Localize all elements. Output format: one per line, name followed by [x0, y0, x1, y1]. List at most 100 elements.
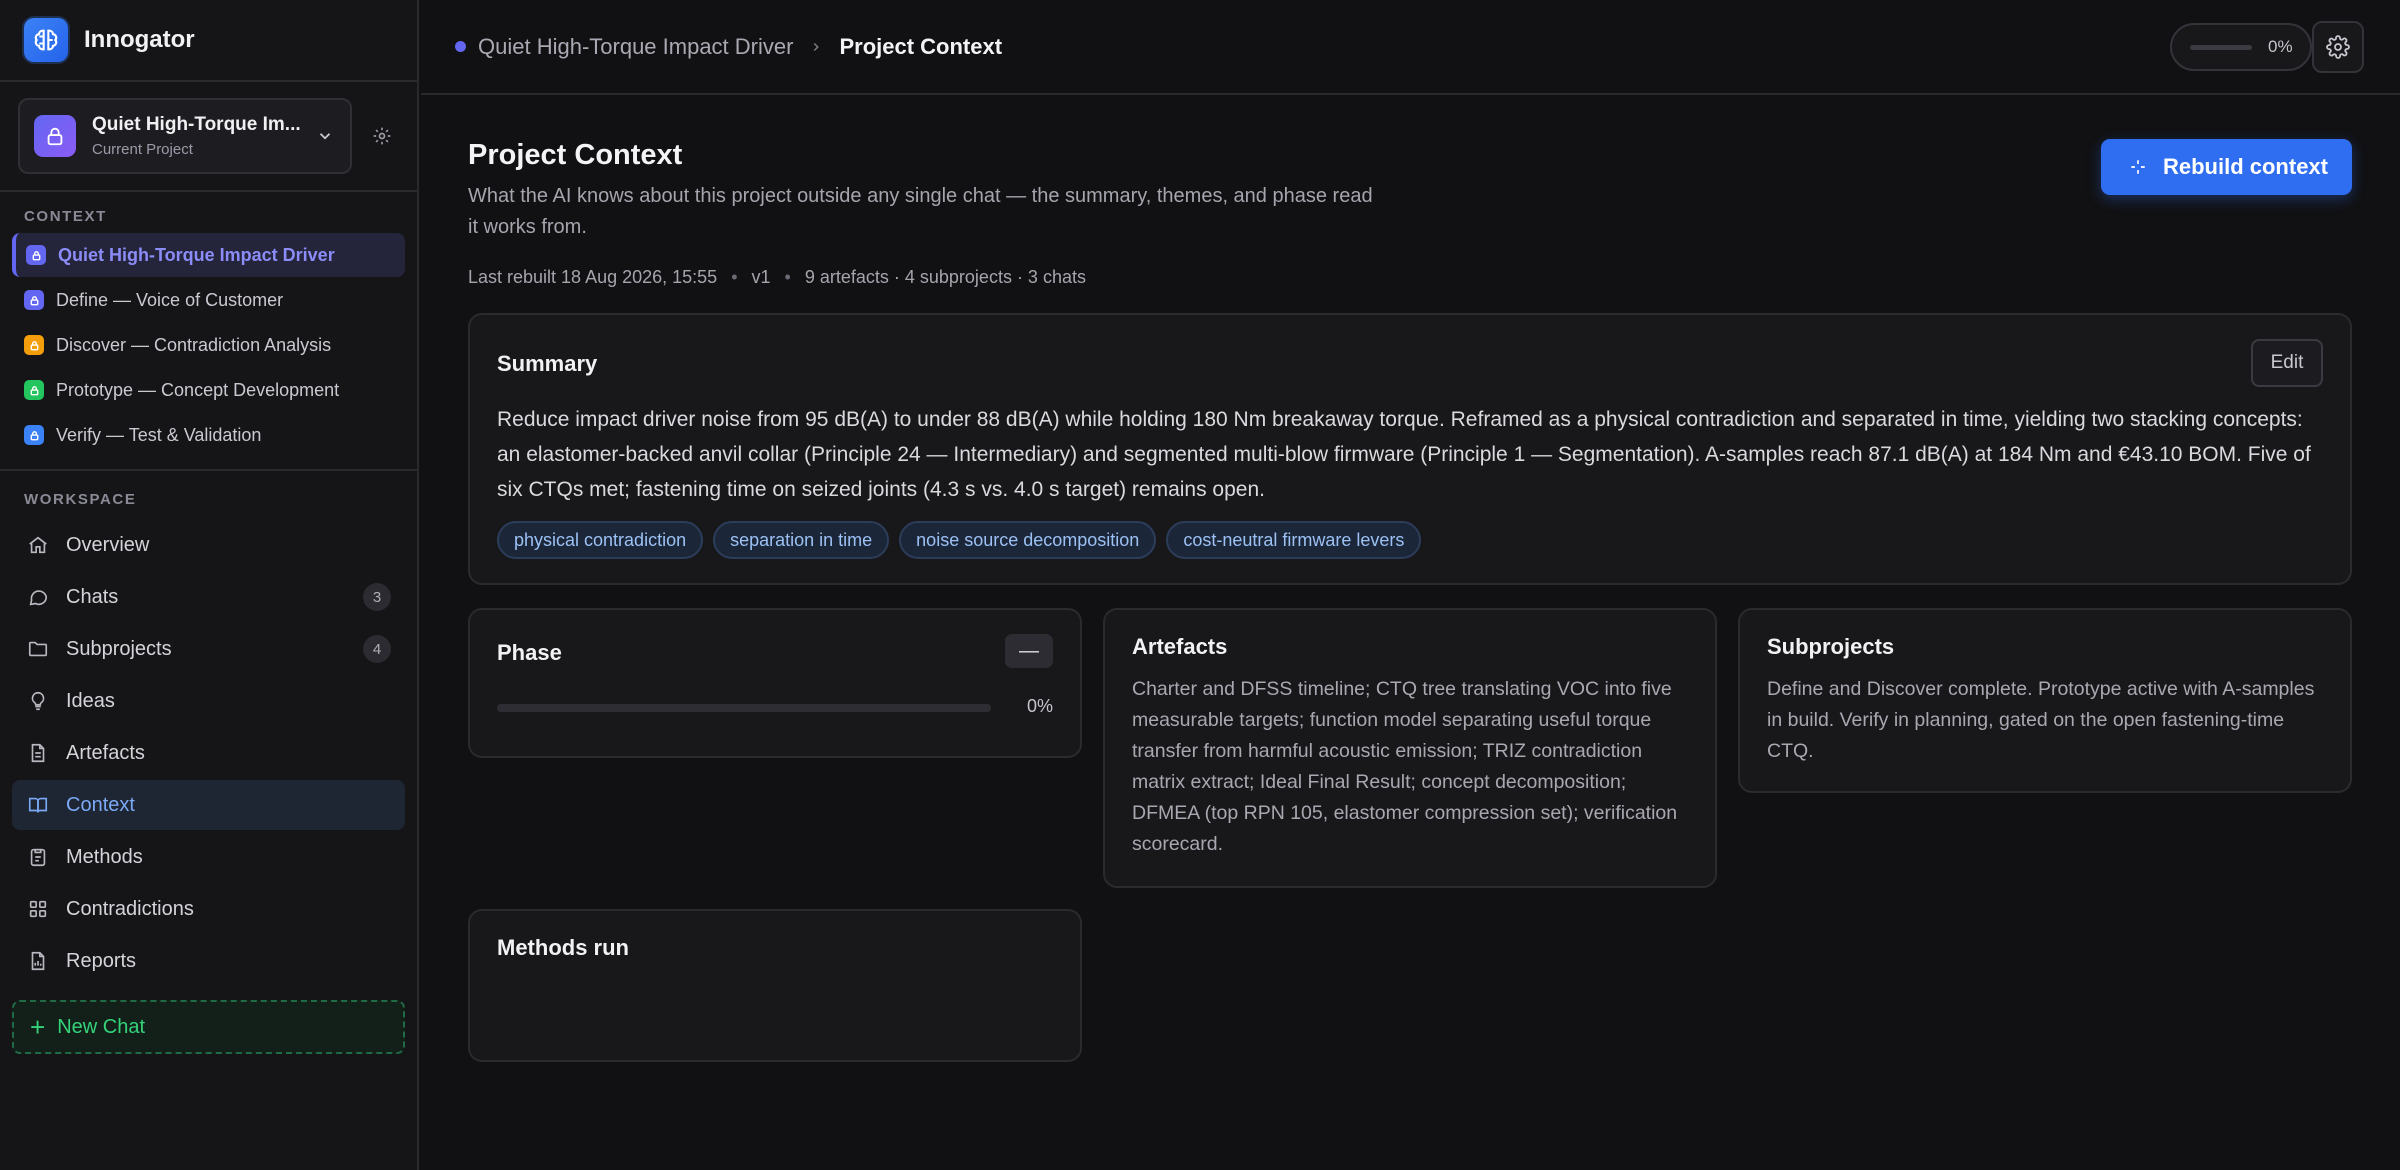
main-content: Project Context What the AI knows about … [421, 97, 2400, 1170]
theme-tag: separation in time [713, 521, 890, 559]
sparkle-icon [2129, 158, 2147, 176]
subprojects-title: Subprojects [1767, 634, 1895, 659]
count-badge: 4 [363, 635, 391, 663]
project-subtitle: Current Project [92, 141, 193, 158]
nav-item-overview[interactable]: Overview [12, 520, 405, 570]
nav-item-reports[interactable]: Reports [12, 936, 405, 986]
nav-item-artefacts[interactable]: Artefacts [12, 728, 405, 778]
context-item-label: Quiet High-Torque Impact Driver [58, 244, 335, 265]
app-name: Innogator [84, 26, 195, 53]
nav-label: Methods [66, 845, 143, 868]
project-status-dot [455, 41, 466, 52]
workspace-nav: Overview Chats 3 Subprojects 4 Ideas Art… [0, 520, 417, 986]
grid-icon [26, 897, 50, 921]
summary-text: Reduce impact driver noise from 95 dB(A)… [497, 408, 2311, 501]
folder-icon [26, 637, 50, 661]
theme-tag: cost-neutral firmware levers [1166, 521, 1422, 559]
edit-button[interactable]: Edit [2251, 339, 2323, 387]
nav-label: Contradictions [66, 897, 194, 920]
meta-separator: • [731, 267, 738, 287]
nav-item-ideas[interactable]: Ideas [12, 676, 405, 726]
book-icon [26, 793, 50, 817]
new-chat-button[interactable]: + New Chat [12, 1000, 405, 1054]
project-switcher[interactable]: Quiet High-Torque Im... Current Project [18, 98, 352, 174]
nav-item-chats[interactable]: Chats 3 [12, 572, 405, 622]
theme-tag: physical contradiction [497, 521, 704, 559]
nav-label: Artefacts [66, 741, 145, 764]
context-item-define[interactable]: Define — Voice of Customer [12, 278, 405, 322]
artefacts-card: Artefacts Charter and DFSS timeline; CTQ… [1103, 608, 1717, 888]
last-rebuilt: Last rebuilt 18 Aug 2026, 15:55 [468, 267, 718, 287]
theme-tags: physical contradiction separation in tim… [497, 521, 1431, 559]
lightbulb-icon [26, 689, 50, 713]
home-icon [26, 533, 50, 557]
subprojects-card: Subprojects Define and Discover complete… [1738, 608, 2352, 793]
breadcrumb-current: Project Context [839, 33, 1003, 59]
brain-logo-icon [24, 18, 68, 62]
project-progress-indicator: 0% [2170, 23, 2312, 71]
nav-item-methods[interactable]: Methods [12, 832, 405, 882]
meta-separator: • [784, 267, 791, 287]
nav-label: Overview [66, 533, 150, 556]
nav-label: Subprojects [66, 637, 172, 660]
context-item-main-project[interactable]: Quiet High-Torque Impact Driver [12, 233, 405, 277]
context-item-verify[interactable]: Verify — Test & Validation [12, 413, 405, 457]
page-description: What the AI knows about this project out… [468, 185, 1373, 238]
brand: Innogator [0, 0, 417, 82]
context-item-label: Discover — Contradiction Analysis [56, 334, 332, 355]
report-icon [26, 949, 50, 973]
progress-label: 0% [2268, 37, 2293, 56]
lock-icon [34, 115, 76, 157]
summary-card: Summary Edit Reduce impact driver noise … [468, 313, 2352, 585]
document-icon [26, 741, 50, 765]
phase-progress-bar [497, 704, 991, 712]
nav-label: Reports [66, 949, 137, 972]
lock-icon [24, 335, 44, 355]
clipboard-icon [26, 845, 50, 869]
project-name: Quiet High-Torque Im... [92, 114, 301, 135]
artefacts-body: Charter and DFSS timeline; CTQ tree tran… [1132, 678, 1678, 855]
context-item-label: Define — Voice of Customer [56, 289, 284, 310]
nav-label: Chats [66, 585, 119, 608]
subprojects-body: Define and Discover complete. Prototype … [1767, 678, 2315, 762]
count-badge: 3 [363, 583, 391, 611]
chat-icon [26, 585, 50, 609]
rebuild-context-button[interactable]: Rebuild context [2100, 139, 2352, 195]
context-item-label: Prototype — Concept Development [56, 379, 340, 400]
context-section-label: CONTEXT [24, 208, 107, 225]
chevron-down-icon [314, 125, 336, 147]
methods-run-card: Methods run [468, 909, 1082, 1062]
context-meta: Last rebuilt 18 Aug 2026, 15:55 • v1 • 9… [468, 267, 1086, 288]
project-settings-gear-icon[interactable] [370, 124, 394, 148]
settings-gear-icon[interactable] [2312, 21, 2364, 73]
context-item-prototype[interactable]: Prototype — Concept Development [12, 368, 405, 412]
chevron-right-icon [809, 34, 823, 60]
artefacts-title: Artefacts [1132, 634, 1228, 659]
phase-card: Phase — 0% [468, 608, 1082, 758]
theme-tag: noise source decomposition [899, 521, 1157, 559]
lock-icon [26, 245, 46, 265]
lock-icon [24, 380, 44, 400]
lock-icon [24, 290, 44, 310]
breadcrumb-parent[interactable]: Quiet High-Torque Impact Driver [478, 34, 793, 60]
plus-icon: + [30, 1012, 46, 1042]
new-chat-label: New Chat [57, 1015, 145, 1038]
phase-title: Phase [497, 640, 562, 665]
sidebar: Innogator Quiet High-Torque Im... Curren… [0, 0, 419, 1170]
version: v1 [751, 267, 771, 287]
methods-run-title: Methods run [497, 935, 629, 960]
topbar: Quiet High-Torque Impact Driver Project … [421, 0, 2400, 95]
nav-label: Ideas [66, 689, 115, 712]
nav-item-contradictions[interactable]: Contradictions [12, 884, 405, 934]
context-item-discover[interactable]: Discover — Contradiction Analysis [12, 323, 405, 367]
sidebar-divider [0, 469, 417, 471]
nav-item-subprojects[interactable]: Subprojects 4 [12, 624, 405, 674]
nav-item-context[interactable]: Context [12, 780, 405, 830]
context-list: Quiet High-Torque Impact Driver Define —… [0, 233, 417, 457]
page-title: Project Context [468, 139, 683, 171]
progress-track [2190, 44, 2252, 50]
phase-badge: — [1005, 634, 1053, 668]
phase-progress-label: 0% [1026, 696, 1053, 716]
workspace-section-label: WORKSPACE [24, 491, 137, 508]
lock-icon [24, 425, 44, 445]
